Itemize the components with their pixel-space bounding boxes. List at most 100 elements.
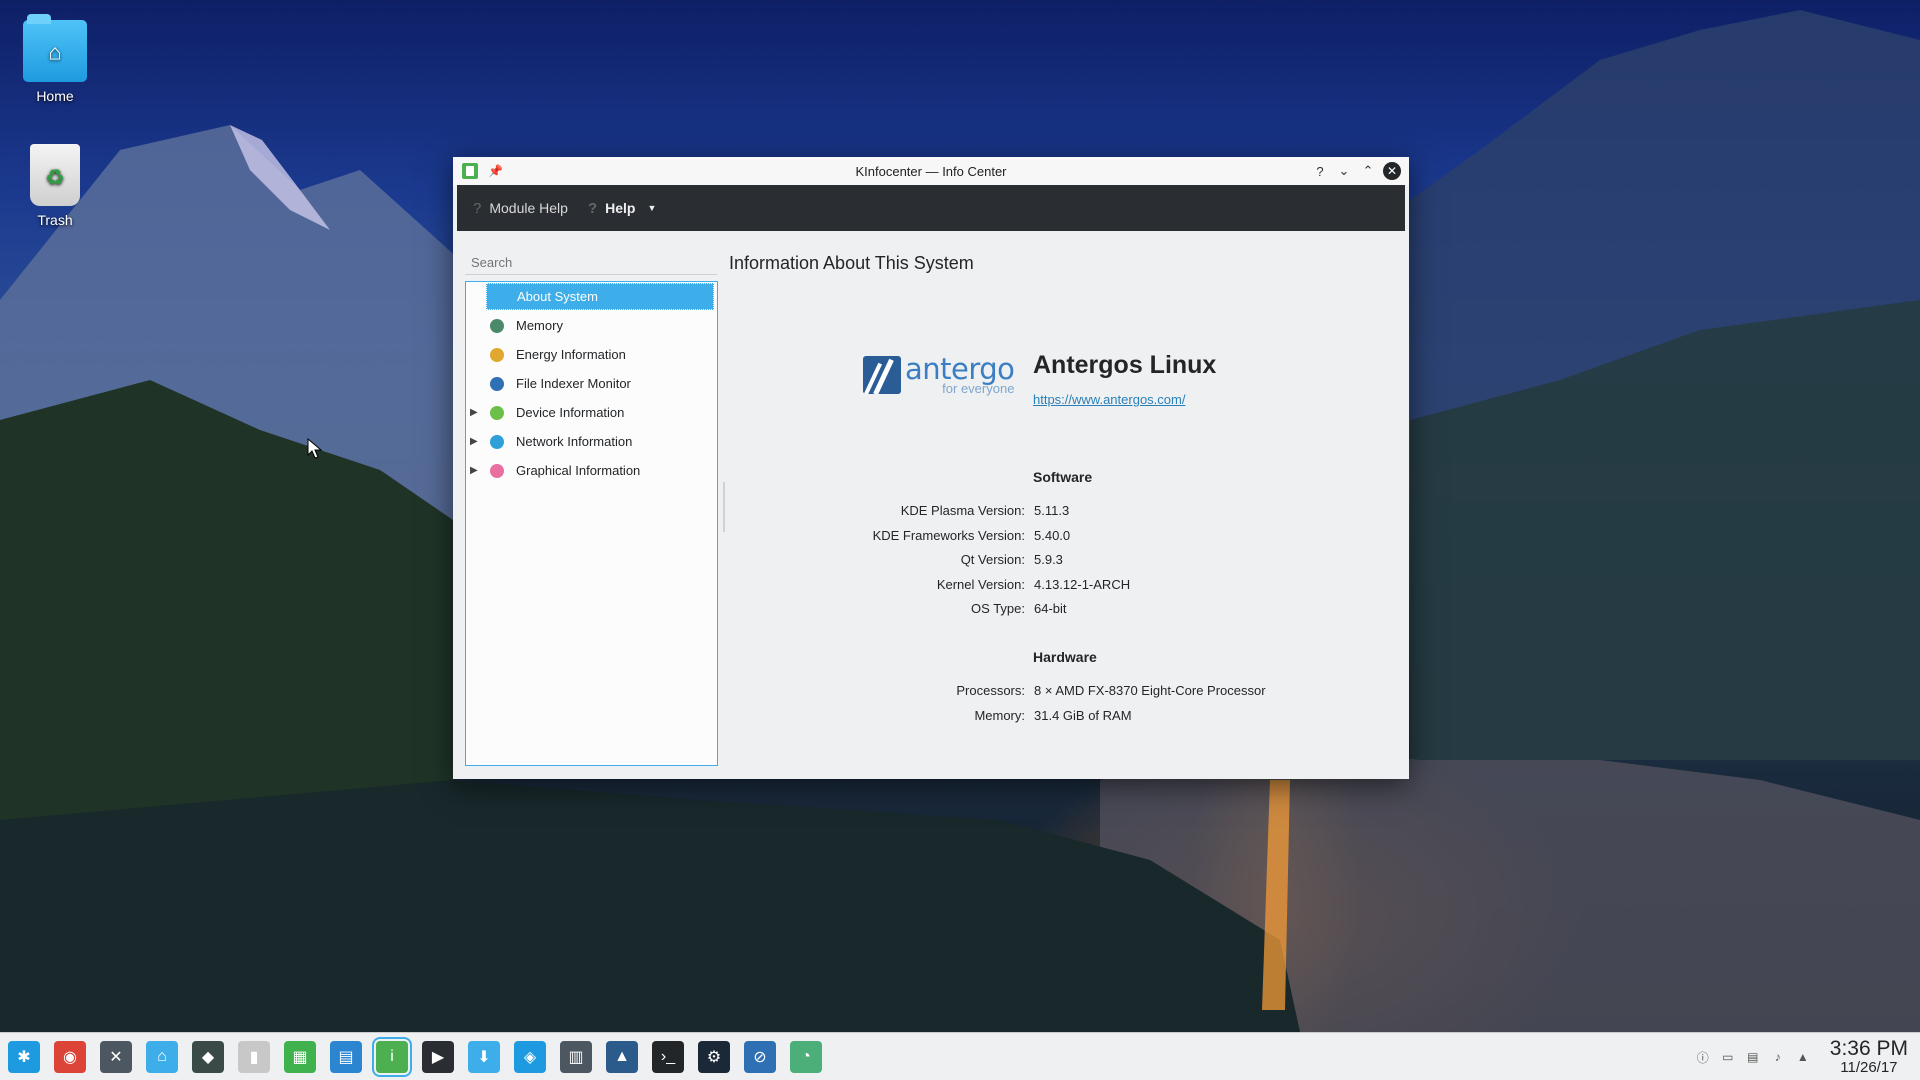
digital-clock[interactable]: 3:36 PM 11/26/17 xyxy=(1830,1038,1908,1076)
info-value: 5.40.0 xyxy=(1034,527,1071,543)
tree-item-device-information[interactable]: ▶ Device Information xyxy=(466,398,717,427)
question-icon: ? xyxy=(587,199,598,217)
desktop-icon-label: Home xyxy=(36,88,74,104)
toolbar: ? Module Help ? Help ▼ xyxy=(457,185,1405,231)
info-key: Memory: xyxy=(974,707,1025,723)
info-value: 8 × AMD FX-8370 Eight-Core Processor xyxy=(1034,683,1266,698)
tree-item-about-system[interactable]: About System xyxy=(466,282,717,311)
software-section-title: Software xyxy=(1033,469,1093,485)
presentation-icon[interactable]: ▮ xyxy=(238,1040,270,1073)
downloader-icon[interactable]: ⬇ xyxy=(468,1040,500,1073)
help-menu-button[interactable]: ? Help ▼ xyxy=(588,200,656,217)
home-folder-icon: ⌂ xyxy=(23,14,87,82)
tree-item-graphical-information[interactable]: ▶ Graphical Information xyxy=(466,456,717,485)
tree-item-memory[interactable]: Memory xyxy=(466,311,717,340)
system-settings-icon[interactable]: ✕ xyxy=(100,1040,132,1073)
info-value: 64-bit xyxy=(1034,601,1067,616)
volume-icon[interactable]: ♪ xyxy=(1770,1049,1786,1065)
application-launcher-icon[interactable]: ✱ xyxy=(8,1040,40,1073)
info-row: OS Type: 64-bit xyxy=(453,601,1409,621)
kinfocenter-icon[interactable]: i xyxy=(372,1036,412,1077)
page-title: Information About This System xyxy=(729,253,974,273)
info-value: 31.4 GiB of RAM xyxy=(1034,707,1132,723)
tree-item-label: Memory xyxy=(516,318,563,333)
expand-arrow-icon[interactable]: ▶ xyxy=(470,407,478,418)
window-title: KInfocenter — Info Center xyxy=(855,163,1007,179)
antergos-logo-icon xyxy=(863,356,901,394)
minimize-button[interactable]: ⌄ xyxy=(1335,162,1353,180)
clipboard-icon[interactable]: ▤ xyxy=(1745,1049,1761,1065)
expand-arrow-icon[interactable]: ▶ xyxy=(470,465,478,476)
document-icon[interactable]: ▤ xyxy=(330,1040,362,1073)
file-manager-icon[interactable]: ⌂ xyxy=(146,1040,178,1073)
spreadsheet-icon[interactable]: ▦ xyxy=(284,1040,316,1073)
chrome-icon[interactable]: ◉ xyxy=(54,1040,86,1073)
tree-item-label: About System xyxy=(517,289,598,304)
taskbar: ✱ ◉ ✕ ⌂ ◆ ▮ ▦ ▤ i ▶ ⬇ ◈ ▥ ▲ ›_ ⚙ ⊘ ◔ ⓘ ▭ ▤ ♪ ▲ 3:36 PM 11/26/… xyxy=(0,1032,1920,1080)
distro-name: Antergos Linux xyxy=(1033,351,1217,379)
steam-icon[interactable]: ⚙ xyxy=(698,1040,730,1073)
logo-wordmark: antergo xyxy=(905,352,1015,386)
info-key: KDE Plasma Version: xyxy=(900,503,1025,518)
network-icon xyxy=(490,434,504,449)
info-row: Kernel Version: 4.13.12-1-ARCH xyxy=(453,577,1409,597)
info-key: Kernel Version: xyxy=(936,576,1025,592)
info-key: OS Type: xyxy=(971,601,1025,616)
desktop-icon-trash[interactable]: ♻ Trash xyxy=(10,144,100,228)
maximize-button[interactable]: ⌃ xyxy=(1359,162,1377,180)
distro-url-link[interactable]: https://www.antergos.com/ xyxy=(1033,392,1185,407)
window-titlebar[interactable]: 📌 KInfocenter — Info Center ? ⌄ ⌃ ✕ xyxy=(453,157,1409,185)
tree-item-label: Energy Information xyxy=(516,347,626,362)
question-icon: ? xyxy=(473,199,482,217)
terminal-icon[interactable]: ›_ xyxy=(652,1040,684,1073)
tree-item-energy-information[interactable]: Energy Information xyxy=(466,340,717,369)
module-help-label: Module Help xyxy=(489,200,568,216)
tree-item-label: Graphical Information xyxy=(516,463,641,478)
info-row: Memory: 31.4 GiB of RAM xyxy=(453,708,1409,728)
clock-date: 11/26/17 xyxy=(1840,1059,1898,1077)
file-indexer-icon xyxy=(490,376,504,391)
desktop-icon-home[interactable]: ⌂ Home xyxy=(10,14,100,104)
close-button[interactable]: ✕ xyxy=(1383,162,1401,180)
media-player-icon[interactable]: ▶ xyxy=(422,1040,454,1073)
energy-icon xyxy=(490,347,504,362)
help-menu-label: Help xyxy=(605,200,636,216)
info-key: KDE Frameworks Version: xyxy=(872,527,1025,543)
system-tray: ⓘ ▭ ▤ ♪ ▲ 3:36 PM 11/26/17 xyxy=(1695,1033,1920,1080)
device-icon xyxy=(490,405,504,420)
memory-icon xyxy=(490,318,504,333)
search-input[interactable] xyxy=(465,251,717,275)
info-key: Qt Version: xyxy=(960,552,1025,567)
info-row: KDE Plasma Version: 5.11.3 xyxy=(453,503,1409,523)
info-row: Qt Version: 5.9.3 xyxy=(453,552,1409,572)
chevron-down-icon: ▼ xyxy=(647,203,657,213)
info-value: 4.13.12-1-ARCH xyxy=(1034,576,1131,592)
info-value: 5.9.3 xyxy=(1034,552,1063,567)
desktop-icon-label: Trash xyxy=(37,212,73,228)
info-key: Processors: xyxy=(956,683,1025,698)
display-icon[interactable]: ▭ xyxy=(1720,1049,1736,1065)
expand-tray-icon[interactable]: ▲ xyxy=(1795,1049,1811,1065)
graphics-icon xyxy=(490,463,504,478)
tree-item-network-information[interactable]: ▶ Network Information xyxy=(466,427,717,456)
tree-item-label: Network Information xyxy=(516,434,633,449)
distro-logo: antergo for everyone xyxy=(863,352,1015,395)
notifications-icon[interactable]: ⓘ xyxy=(1695,1049,1711,1065)
browser-icon[interactable]: ⊘ xyxy=(744,1040,776,1073)
hardware-section-title: Hardware xyxy=(1033,649,1097,665)
package-manager-icon[interactable]: ◈ xyxy=(514,1040,546,1073)
info-row: KDE Frameworks Version: 5.40.0 xyxy=(453,528,1409,548)
help-button[interactable]: ? xyxy=(1311,162,1329,180)
antergos-updater-icon[interactable]: ◔ xyxy=(790,1040,822,1073)
tree-item-file-indexer-monitor[interactable]: File Indexer Monitor xyxy=(466,369,717,398)
mouse-cursor-icon xyxy=(307,438,323,459)
trash-icon: ♻ xyxy=(30,144,80,206)
expand-arrow-icon[interactable]: ▶ xyxy=(470,436,478,447)
kinfocenter-window: 📌 KInfocenter — Info Center ? ⌄ ⌃ ✕ ? Mo… xyxy=(453,157,1409,779)
inkscape-icon[interactable]: ◆ xyxy=(192,1040,224,1073)
calculator-icon[interactable]: ▥ xyxy=(560,1040,592,1073)
info-value: 5.11.3 xyxy=(1034,503,1070,518)
module-help-button[interactable]: ? Module Help xyxy=(473,200,568,217)
clock-time: 3:36 PM xyxy=(1829,1037,1908,1061)
image-viewer-icon[interactable]: ▲ xyxy=(606,1040,638,1073)
